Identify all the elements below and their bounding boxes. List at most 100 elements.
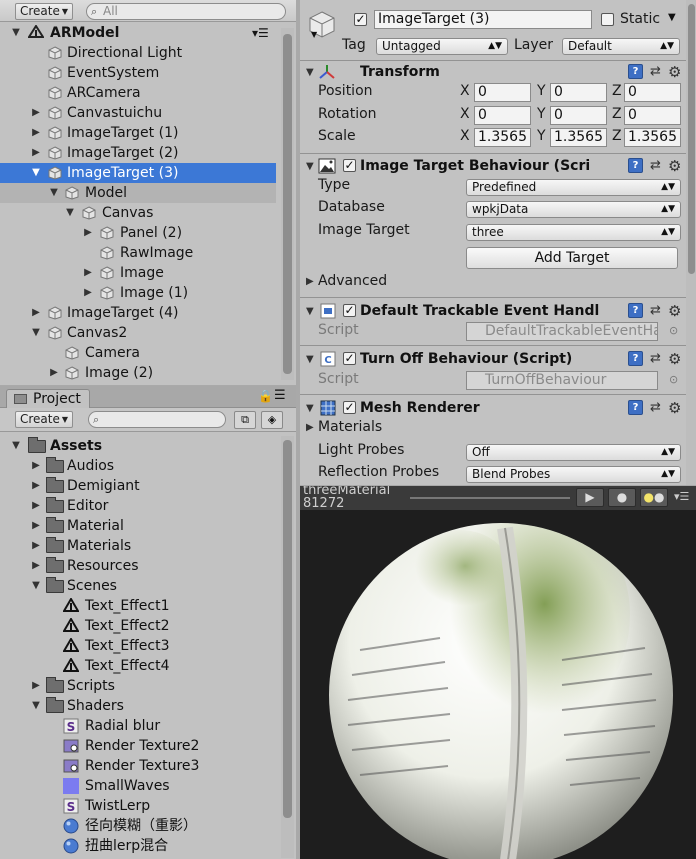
component-enabled-checkbox[interactable]: ✓ [343,352,356,365]
project-item[interactable]: ▼ Scenes [0,576,296,596]
sphere-mesh-icon[interactable]: ● [608,488,636,507]
menu-icon[interactable]: ☰ [274,388,286,403]
project-item[interactable]: ▶ Material [0,516,296,536]
expand-arrow-icon[interactable]: ▶ [30,516,42,536]
hierarchy-scrollbar[interactable] [281,28,294,380]
scrollbar-thumb[interactable] [283,440,292,818]
component-enabled-checkbox[interactable]: ✓ [343,304,356,317]
project-item[interactable]: SmallWaves [0,776,296,796]
reflection-probes-dropdown[interactable]: Blend Probes ▲▼ [466,466,681,483]
project-item[interactable]: ▼ Shaders [0,696,296,716]
icon-dropdown-arrow-icon[interactable]: ▼ [311,30,317,39]
expand-arrow-icon[interactable]: ▶ [30,476,42,496]
collapse-arrow-icon[interactable]: ▼ [306,161,314,172]
hierarchy-item[interactable]: ▶ Image (1) [0,283,296,303]
scene-menu-icon[interactable]: ▾☰ [252,23,269,43]
preset-icon[interactable]: ⇄ [650,158,664,173]
collapse-arrow-icon[interactable]: ▼ [30,163,42,183]
trackable-event-handler-header[interactable]: ▼ ✓ Default Trackable Event Handl ? ⇄ ⚙ [300,301,696,323]
collapse-arrow-icon[interactable]: ▼ [306,67,314,78]
scale-y-field[interactable]: 1.3565 [550,128,607,147]
preset-icon[interactable]: ⇄ [650,400,664,415]
layer-dropdown[interactable]: Default ▲▼ [562,38,680,55]
object-picker-icon[interactable]: ⊙ [669,373,678,386]
collapse-arrow-icon[interactable]: ▼ [64,203,76,223]
collapse-arrow-icon[interactable]: ▼ [306,403,314,414]
expand-arrow-icon[interactable]: ▶ [30,536,42,556]
help-icon[interactable]: ? [628,351,643,366]
hierarchy-create-button[interactable]: Create ▼ [15,3,74,20]
project-item[interactable]: 扭曲lerp混合 [0,836,296,856]
scale-z-field[interactable]: 1.3565 [624,128,681,147]
filter-by-type-icon[interactable]: ⧉ [234,411,256,429]
transform-header[interactable]: ▼ Transform ? ⇄ ⚙ [300,62,696,84]
gear-icon[interactable]: ⚙ [668,302,681,320]
object-picker-icon[interactable]: ⊙ [669,324,678,337]
project-item[interactable]: ▶ Audios [0,456,296,476]
project-item[interactable]: Text_Effect1 [0,596,296,616]
project-item[interactable]: ▶ Scripts [0,676,296,696]
expand-arrow-icon[interactable]: ▶ [30,496,42,516]
hierarchy-item[interactable]: ▶ Canvastuichu [0,103,296,123]
lights-toggle-icon[interactable]: ●● [640,488,668,507]
collapse-arrow-icon[interactable]: ▼ [306,306,314,317]
component-enabled-checkbox[interactable]: ✓ [343,401,356,414]
project-item-assets[interactable]: ▼ Assets [0,436,296,456]
rotation-z-field[interactable]: 0 [624,106,681,125]
gear-icon[interactable]: ⚙ [668,350,681,368]
collapse-arrow-icon[interactable]: ▼ [30,576,42,596]
tag-dropdown[interactable]: Untagged ▲▼ [376,38,508,55]
project-item[interactable]: Text_Effect3 [0,636,296,656]
collapse-arrow-icon[interactable]: ▼ [10,436,22,456]
collapse-arrow-icon[interactable]: ▼ [10,23,22,43]
project-tab[interactable]: Project [6,389,90,409]
filter-by-label-icon[interactable]: ◈ [261,411,283,429]
lock-icon[interactable]: 🔒 [258,389,273,403]
hierarchy-item[interactable]: ▼ Model [0,183,276,203]
preset-icon[interactable]: ⇄ [650,64,664,79]
project-search-input[interactable]: ⌕ [88,411,226,428]
hierarchy-item[interactable]: ▶ ImageTarget (4) [0,303,296,323]
help-icon[interactable]: ? [628,400,643,415]
help-icon[interactable]: ? [628,303,643,318]
hierarchy-item[interactable]: ▶ Image [0,263,296,283]
hierarchy-item[interactable]: ▼ Canvas [0,203,296,223]
preview-toolbar[interactable]: threeMaterial 81272 ▶ ● ●● ▾☰ [300,486,696,511]
preset-icon[interactable]: ⇄ [650,303,664,318]
mesh-renderer-header[interactable]: ▼ ✓ Mesh Renderer ? ⇄ ⚙ [300,398,696,420]
project-item[interactable]: ▶ Resources [0,556,296,576]
collapse-arrow-icon[interactable]: ▼ [30,323,42,343]
collapse-arrow-icon[interactable]: ▼ [30,696,42,716]
project-item[interactable]: S Radial blur [0,716,296,736]
advanced-foldout[interactable]: Advanced [318,273,387,289]
active-checkbox[interactable]: ✓ [354,13,367,26]
project-item[interactable]: Text_Effect2 [0,616,296,636]
play-icon[interactable]: ▶ [576,488,604,507]
expand-arrow-icon[interactable]: ▶ [82,263,94,283]
static-dropdown-arrow-icon[interactable]: ▼ [668,12,676,23]
expand-arrow-icon[interactable]: ▶ [48,363,60,383]
scale-x-field[interactable]: 1.3565 [474,128,531,147]
position-y-field[interactable]: 0 [550,83,607,102]
expand-arrow-icon[interactable]: ▶ [306,276,314,287]
collapse-arrow-icon[interactable]: ▼ [306,354,314,365]
project-item[interactable]: ▶ Demigiant [0,476,296,496]
hierarchy-item[interactable]: ▶ Image (2) [0,363,296,383]
object-name-field[interactable]: ImageTarget (3) [374,10,592,29]
hierarchy-item[interactable]: Camera [0,343,296,363]
preview-drag-handle[interactable] [410,497,570,499]
gear-icon[interactable]: ⚙ [668,399,681,417]
position-z-field[interactable]: 0 [624,83,681,102]
project-item[interactable]: ▶ Materials [0,536,296,556]
project-item[interactable]: Render Texture3 [0,756,296,776]
preview-menu-icon[interactable]: ▾☰ [674,490,689,503]
light-probes-dropdown[interactable]: Off ▲▼ [466,444,681,461]
help-icon[interactable]: ? [628,64,643,79]
project-item[interactable]: S TwistLerp [0,796,296,816]
scrollbar-thumb[interactable] [688,4,695,274]
help-icon[interactable]: ? [628,158,643,173]
hierarchy-item-selected[interactable]: ▼ ImageTarget (3) [0,163,276,183]
hierarchy-item[interactable]: Directional Light [0,43,296,63]
scene-row[interactable]: ▼ ARModel ▾☰ [0,23,296,43]
type-dropdown[interactable]: Predefined ▲▼ [466,179,681,196]
